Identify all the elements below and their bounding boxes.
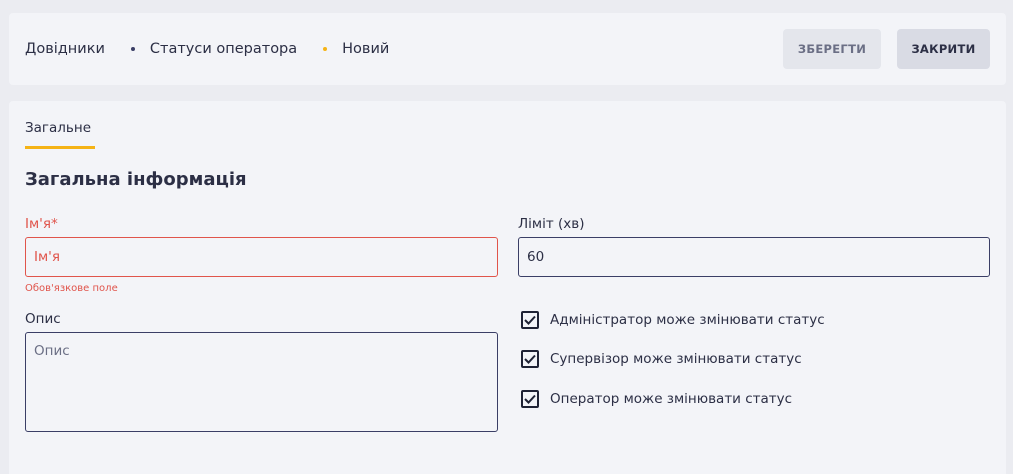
limit-field-label: Ліміт (хв) <box>518 216 585 232</box>
name-input[interactable] <box>25 237 498 277</box>
name-field-error: Обов'язкове поле <box>25 283 118 294</box>
breadcrumb-item-current: Новий <box>342 41 390 57</box>
save-button[interactable]: ЗБЕРЕГТИ <box>783 29 881 69</box>
checkbox-row-admin[interactable]: Адміністратор може змінювати статус <box>521 311 825 329</box>
close-button[interactable]: ЗАКРИТИ <box>897 29 990 69</box>
operator-can-change-status-checkbox[interactable] <box>521 390 539 408</box>
checkbox-label: Адміністратор може змінювати статус <box>550 312 825 328</box>
active-tab-indicator <box>25 146 95 149</box>
checkmark-icon <box>524 394 536 404</box>
limit-input[interactable] <box>518 237 990 277</box>
checkbox-row-supervisor[interactable]: Супервізор може змінювати статус <box>521 350 802 368</box>
checkbox-label: Супервізор може змінювати статус <box>550 351 802 367</box>
tab-general[interactable]: Загальне <box>25 120 91 136</box>
breadcrumb-item-directories[interactable]: Довідники <box>25 41 105 57</box>
section-title: Загальна інформація <box>25 169 247 190</box>
checkmark-icon <box>524 354 536 364</box>
header-bar: Довідники Статуси оператора Новий ЗБЕРЕГ… <box>9 13 1006 85</box>
breadcrumb-separator-current <box>323 47 328 51</box>
name-field-label: Ім'я* <box>25 216 58 232</box>
description-textarea[interactable] <box>25 332 498 432</box>
checkmark-icon <box>524 315 536 325</box>
breadcrumb: Довідники Статуси оператора Новий <box>25 13 389 85</box>
description-field-label: Опис <box>25 311 61 327</box>
checkbox-row-operator[interactable]: Оператор може змінювати статус <box>521 390 792 408</box>
admin-can-change-status-checkbox[interactable] <box>521 311 539 329</box>
form-panel: Загальне Загальна інформація Ім'я* Обов'… <box>9 101 1006 474</box>
checkbox-label: Оператор може змінювати статус <box>550 391 793 407</box>
breadcrumb-item-operator-statuses[interactable]: Статуси оператора <box>150 41 297 57</box>
breadcrumb-separator <box>130 47 135 51</box>
supervisor-can-change-status-checkbox[interactable] <box>521 350 539 368</box>
